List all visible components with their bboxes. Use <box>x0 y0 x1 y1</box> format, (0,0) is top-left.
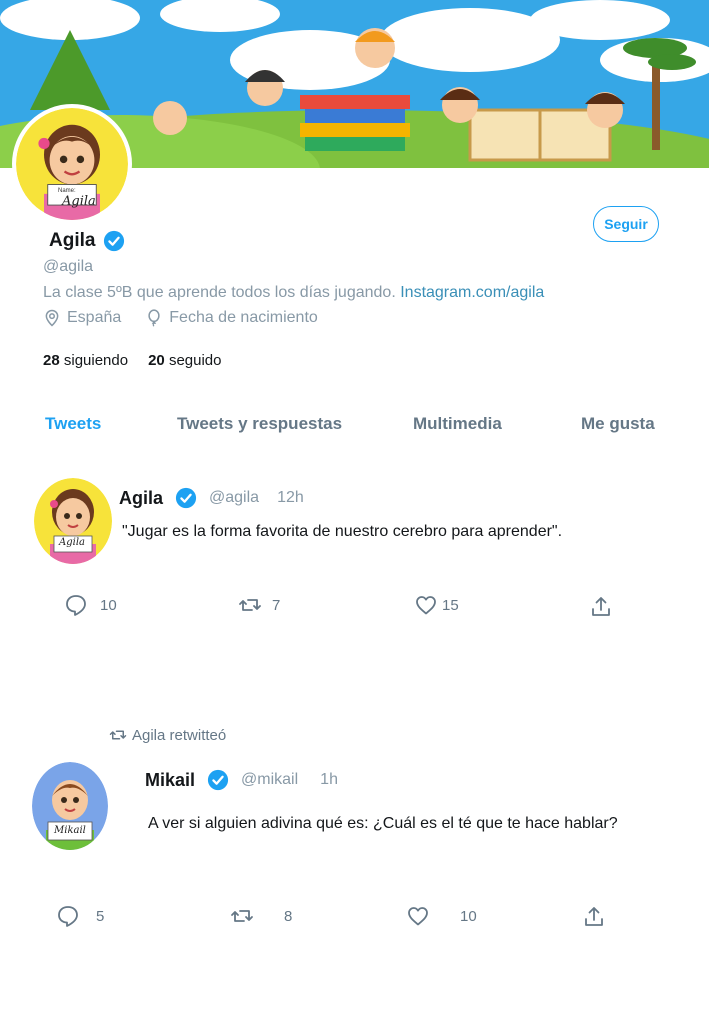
profile-tabs: Tweets Tweets y respuestas Multimedia Me… <box>0 414 709 436</box>
following-count: 28 <box>43 352 60 369</box>
tweet-header: Mikail @mikail 1h <box>145 769 338 791</box>
bio-text: La clase 5ºB que aprende todos los días … <box>43 284 401 301</box>
verified-badge-icon <box>175 487 197 509</box>
retweet-count: 8 <box>284 907 293 925</box>
reply-count: 10 <box>100 596 117 614</box>
tweet-time[interactable]: 1h <box>320 771 338 789</box>
bio-link[interactable]: Instagram.com/agila <box>400 284 544 301</box>
share-icon <box>592 597 610 616</box>
location-item: España <box>43 309 121 327</box>
tweet-time[interactable]: 12h <box>277 489 304 507</box>
tweet-author-handle[interactable]: @agila <box>209 489 259 507</box>
retweet-icon <box>231 910 253 922</box>
retweet-action[interactable]: 7 <box>238 593 280 617</box>
follow-stats: 28 siguiendo 20 seguido <box>43 352 221 369</box>
follow-button[interactable]: Seguir <box>593 206 659 242</box>
share-icon <box>585 907 603 926</box>
profile-bio: La clase 5ºB que aprende todos los días … <box>43 284 544 302</box>
retweet-icon <box>109 730 127 740</box>
retweet-indicator[interactable]: Agila retwitteó <box>108 726 226 744</box>
birthday-item: Fecha de nacimiento <box>145 309 318 327</box>
location-text: España <box>67 309 122 326</box>
profile-meta: España Fecha de nacimiento <box>43 309 318 327</box>
tweet-author-name[interactable]: Mikail <box>145 770 195 791</box>
verified-badge-icon <box>104 230 125 252</box>
heart-icon <box>408 907 428 926</box>
tweet-author-name[interactable]: Agila <box>119 488 163 509</box>
reply-action[interactable]: 5 <box>56 904 104 928</box>
profile-name: Agila <box>49 230 96 251</box>
balloon-icon <box>148 309 160 327</box>
retweet-action[interactable]: 8 <box>230 904 292 928</box>
like-count: 15 <box>442 596 459 614</box>
tab-tweets[interactable]: Tweets <box>45 414 101 434</box>
followers-stat[interactable]: 20 seguido <box>148 352 221 369</box>
tweet-text: "Jugar es la forma favorita de nuestro c… <box>122 523 563 540</box>
followers-label: seguido <box>168 352 222 369</box>
tweet-author-handle[interactable]: @mikail <box>241 771 298 789</box>
location-pin-icon <box>45 309 59 327</box>
reply-icon <box>58 906 78 927</box>
profile-name-row: Agila <box>49 230 125 252</box>
like-action[interactable]: 15 <box>414 593 459 617</box>
following-label: siguiendo <box>63 352 129 369</box>
profile-handle: @agila <box>43 258 94 275</box>
tweet-avatar-tag: Mikail <box>54 825 86 836</box>
reply-count: 5 <box>96 907 105 925</box>
like-count: 10 <box>460 907 477 925</box>
like-action[interactable]: 10 <box>406 904 477 928</box>
tab-tweets-y-respuestas[interactable]: Tweets y respuestas <box>177 414 342 434</box>
share-action[interactable] <box>589 595 613 619</box>
followers-count: 20 <box>148 352 165 369</box>
tweet-avatar[interactable]: Agila <box>34 478 112 564</box>
share-action[interactable] <box>582 905 606 929</box>
avatar-girl-illustration <box>34 478 112 564</box>
tweet-avatar-tag: Agila <box>59 537 85 548</box>
reply-icon <box>66 595 86 616</box>
heart-icon <box>416 596 436 615</box>
retweet-indicator-text: Agila retwitteó <box>132 726 227 744</box>
reply-action[interactable]: 10 <box>64 593 117 617</box>
tweet-avatar[interactable]: Mikail <box>32 762 108 850</box>
tab-me-gusta[interactable]: Me gusta <box>581 414 655 434</box>
verified-badge-icon <box>207 769 229 791</box>
retweet-count: 7 <box>272 596 281 614</box>
tab-multimedia[interactable]: Multimedia <box>413 414 502 434</box>
tweet-header: Agila @agila 12h <box>119 487 304 509</box>
birthday-text: Fecha de nacimiento <box>169 309 318 326</box>
tweet-text: A ver si alguien adivina qué es: ¿Cuál e… <box>148 815 618 832</box>
profile-avatar[interactable]: Name: Agila <box>12 104 132 224</box>
retweet-icon <box>239 599 261 611</box>
avatar-boy-illustration <box>32 762 108 850</box>
following-stat[interactable]: 28 siguiendo <box>43 352 128 369</box>
avatar-name-tag: Agila <box>62 194 96 209</box>
